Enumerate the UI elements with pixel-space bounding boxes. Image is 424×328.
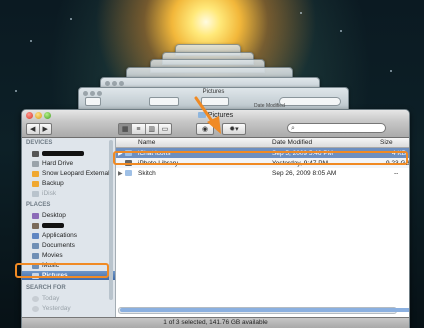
annotation-arrow-icon [194,96,221,134]
desktop-background: Pictures Date Modified Pictures ◀ ▶ ▦ ≡ … [0,0,424,328]
